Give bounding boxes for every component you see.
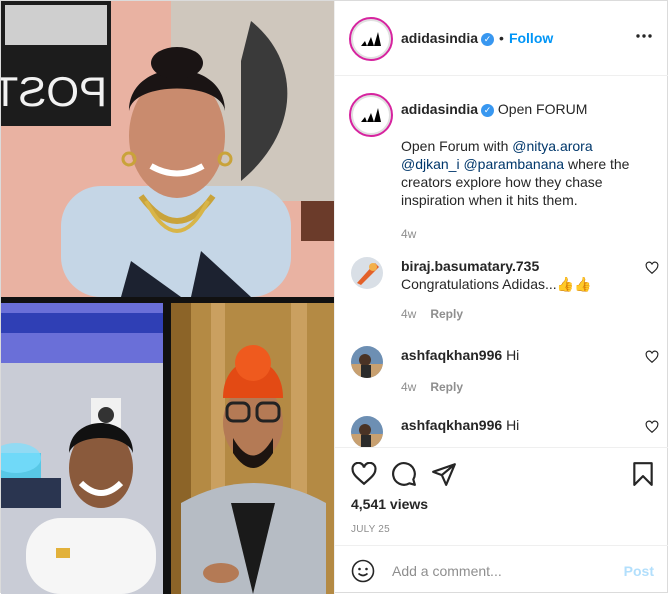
commenter-avatar[interactable] — [351, 257, 383, 289]
video-pane-host: POST — [1, 1, 334, 297]
post-date[interactable]: JULY 25 — [351, 524, 390, 535]
post-comment-button[interactable]: Post — [624, 563, 654, 579]
reply-button[interactable]: Reply — [430, 380, 463, 394]
like-comment-heart-icon[interactable] — [645, 261, 659, 275]
host-video-frame: POST — [1, 1, 334, 297]
reply-button[interactable]: Reply — [430, 307, 463, 321]
post-actions: 4,541 views JULY 25 — [335, 447, 668, 545]
commenter-username[interactable]: ashfaqkhan996 — [401, 347, 502, 363]
verified-badge-icon: ✓ — [481, 32, 495, 46]
comment-input[interactable]: Add a comment... — [392, 563, 502, 579]
comment-text: Hi — [506, 347, 520, 363]
mention-link[interactable]: @nitya.arora — [512, 138, 592, 154]
verified-badge-icon: ✓ — [481, 103, 495, 117]
svg-text:POST: POST — [1, 68, 107, 115]
post-header: adidasindia ✓ • Follow — [335, 1, 668, 76]
guest-1-video-frame — [1, 303, 163, 594]
like-heart-icon[interactable] — [351, 462, 377, 486]
author-username[interactable]: adidasindia — [401, 30, 478, 46]
video-pane-guest-1 — [1, 303, 163, 594]
save-bookmark-icon[interactable] — [632, 461, 654, 487]
comment-time[interactable]: 4w — [401, 307, 416, 321]
comment-time[interactable]: 4w — [401, 380, 416, 394]
share-paper-plane-icon[interactable] — [431, 461, 457, 487]
post-media[interactable]: POST — [1, 1, 334, 594]
caption-text: Open Forum with @nitya.arora @djkan_i @p… — [401, 138, 630, 208]
caption-username[interactable]: adidasindia — [401, 101, 478, 117]
caption-time[interactable]: 4w — [401, 227, 416, 241]
video-pane-guest-2 — [171, 303, 334, 594]
comment-bubble-icon[interactable] — [391, 461, 417, 487]
post-side-panel: adidasindia ✓ • Follow adidasindia ✓ Open FO… — [334, 1, 668, 594]
commenter-username[interactable]: ashfaqkhan996 — [401, 417, 502, 433]
author-avatar[interactable] — [349, 17, 393, 61]
view-count[interactable]: 4,541 views — [351, 496, 428, 512]
guest-2-video-frame — [171, 303, 334, 594]
comment-text: Hi — [506, 417, 520, 433]
instagram-post: POST adidasindia ✓ • Follow adidasindia … — [0, 0, 668, 594]
commenter-username[interactable]: biraj.basumatary.735 — [401, 258, 539, 274]
like-comment-heart-icon[interactable] — [645, 350, 659, 364]
add-comment-bar: Add a comment... Post — [335, 545, 668, 594]
commenter-avatar[interactable] — [351, 346, 383, 378]
caption-avatar[interactable] — [349, 93, 393, 137]
like-comment-heart-icon[interactable] — [645, 420, 659, 434]
caption-title: Open FORUM — [497, 101, 588, 117]
comments-list[interactable]: adidasindia ✓ Open FORUM Open Forum with … — [335, 77, 668, 447]
comment-text: Congratulations Adidas...👍👍 — [401, 276, 592, 292]
mention-link[interactable]: @parambanana — [463, 156, 564, 172]
emoji-smiley-icon[interactable] — [351, 559, 375, 583]
follow-button[interactable]: Follow — [509, 30, 553, 46]
mention-link[interactable]: @djkan_i — [401, 156, 460, 172]
commenter-avatar[interactable] — [351, 416, 383, 447]
more-options-icon[interactable] — [636, 34, 652, 38]
